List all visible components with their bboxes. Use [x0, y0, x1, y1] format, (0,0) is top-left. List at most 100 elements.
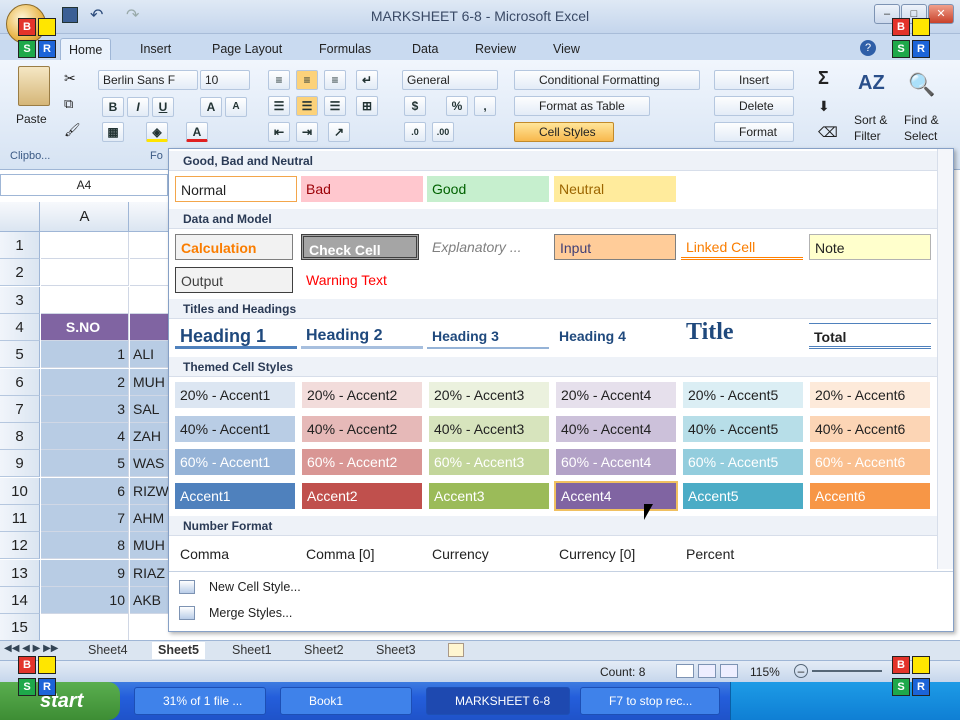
style-100-accent3[interactable]: Accent3	[429, 483, 549, 509]
style-normal[interactable]: Normal	[175, 176, 297, 202]
increase-decimal-icon[interactable]: .0	[404, 122, 426, 142]
taskbar-item-recorder[interactable]: F7 to stop rec...	[580, 687, 720, 715]
cell-a[interactable]	[41, 232, 129, 259]
font-name-select[interactable]: Berlin Sans F	[98, 70, 198, 90]
align-middle-icon[interactable]: ≡	[296, 70, 318, 90]
format-painter-icon[interactable]: 🖌	[64, 122, 81, 138]
cell-b[interactable]: RIAZ	[130, 559, 168, 587]
cell-b[interactable]: ALI	[130, 341, 168, 369]
cell-b[interactable]	[130, 232, 168, 259]
copy-icon[interactable]: ⧉	[64, 96, 73, 112]
tab-formulas[interactable]: Formulas	[311, 38, 379, 60]
page-layout-view-icon[interactable]	[698, 664, 716, 678]
zoom-slider[interactable]	[812, 670, 882, 672]
align-bottom-icon[interactable]: ≡	[324, 70, 346, 90]
row-header[interactable]: 1	[0, 232, 40, 259]
style-20-accent1[interactable]: 20% - Accent1	[175, 382, 295, 408]
insert-sheet-icon[interactable]	[448, 643, 464, 657]
style-title[interactable]: Title	[681, 319, 803, 345]
save-icon[interactable]	[62, 7, 78, 23]
cell-b[interactable]: AKB	[130, 586, 168, 614]
cell-b[interactable]: ZAH	[130, 423, 168, 451]
paste-button[interactable]: Paste	[16, 112, 47, 126]
row-header[interactable]: 8	[0, 423, 40, 451]
style-60-accent1[interactable]: 60% - Accent1	[175, 449, 295, 475]
comma-icon[interactable]: ,	[474, 96, 496, 116]
style-20-accent6[interactable]: 20% - Accent6	[810, 382, 930, 408]
cell-a[interactable]: 4	[41, 423, 129, 451]
tab-review[interactable]: Review	[467, 38, 524, 60]
tab-page-layout[interactable]: Page Layout	[204, 38, 290, 60]
style-percent[interactable]: Percent	[681, 541, 803, 567]
cell-a[interactable]: 2	[41, 368, 129, 396]
font-size-select[interactable]: 10	[200, 70, 250, 90]
cell-a[interactable]: 9	[41, 559, 129, 587]
decrease-indent-icon[interactable]: ⇤	[268, 122, 290, 142]
select-all-corner[interactable]	[0, 202, 40, 232]
style-60-accent2[interactable]: 60% - Accent2	[302, 449, 422, 475]
style-linked-cell[interactable]: Linked Cell	[681, 234, 803, 260]
delete-cells-button[interactable]: Delete	[714, 96, 794, 116]
style-60-accent6[interactable]: 60% - Accent6	[810, 449, 930, 475]
new-cell-style-menu-item[interactable]: New Cell Style...	[209, 580, 301, 594]
cell-b[interactable]: MUH	[130, 532, 168, 560]
autosum-icon[interactable]: Σ	[818, 68, 829, 89]
row-header[interactable]: 14	[0, 586, 40, 614]
number-format-select[interactable]: General	[402, 70, 498, 90]
style-note[interactable]: Note	[809, 234, 931, 260]
format-cells-button[interactable]: Format	[714, 122, 794, 142]
close-button[interactable]: ✕	[928, 4, 954, 24]
sheet-tab-sheet5[interactable]: Sheet5	[152, 642, 205, 659]
style-currency[interactable]: Currency	[427, 541, 549, 567]
row-header[interactable]: 6	[0, 368, 40, 396]
cell-a[interactable]: 10	[41, 586, 129, 614]
style-warning-text[interactable]: Warning Text	[301, 267, 423, 293]
insert-cells-button[interactable]: Insert	[714, 70, 794, 90]
align-right-icon[interactable]: ☰	[324, 96, 346, 116]
wrap-text-icon[interactable]: ↵	[356, 70, 378, 90]
row-header[interactable]: 2	[0, 259, 40, 287]
cell-a[interactable]: 1	[41, 341, 129, 369]
cut-icon[interactable]: ✂	[64, 70, 76, 87]
style-60-accent4[interactable]: 60% - Accent4	[556, 449, 676, 475]
row-header[interactable]: 3	[0, 286, 40, 314]
style-heading-4[interactable]: Heading 4	[554, 323, 676, 349]
style-output[interactable]: Output	[175, 267, 293, 293]
style-20-accent3[interactable]: 20% - Accent3	[429, 382, 549, 408]
cell-b[interactable]: MUH	[130, 368, 168, 396]
align-left-icon[interactable]: ☰	[268, 96, 290, 116]
cell-a[interactable]	[41, 614, 129, 642]
zoom-out-icon[interactable]: –	[794, 664, 808, 678]
percent-icon[interactable]: %	[446, 96, 468, 116]
cell-b[interactable]: WAS	[130, 450, 168, 478]
name-box[interactable]: A4	[0, 174, 168, 196]
row-header[interactable]: 9	[0, 450, 40, 478]
style-20-accent2[interactable]: 20% - Accent2	[302, 382, 422, 408]
italic-icon[interactable]: I	[127, 97, 149, 117]
merge-styles-menu-item[interactable]: Merge Styles...	[209, 606, 292, 620]
cell-b[interactable]	[130, 259, 168, 287]
style-comma[interactable]: Comma	[175, 541, 297, 567]
style-check-cell[interactable]: Check Cell	[301, 234, 419, 260]
style-40-accent4[interactable]: 40% - Accent4	[556, 416, 676, 442]
orientation-icon[interactable]: ↗	[328, 122, 350, 142]
cell-b[interactable]: SAL	[130, 395, 168, 423]
clear-icon[interactable]: ⌫	[818, 124, 838, 141]
sort-filter-label[interactable]: Sort &	[854, 113, 887, 127]
cell-a[interactable]: 5	[41, 450, 129, 478]
cell-a[interactable]: 6	[41, 477, 129, 505]
currency-icon[interactable]: $	[404, 96, 426, 116]
format-as-table-button[interactable]: Format as Table	[514, 96, 650, 116]
row-header[interactable]: 4	[0, 313, 40, 341]
borders-icon[interactable]: ▦	[102, 122, 124, 142]
font-color-icon[interactable]: A	[186, 122, 208, 142]
style-good[interactable]: Good	[427, 176, 549, 202]
style-40-accent2[interactable]: 40% - Accent2	[302, 416, 422, 442]
sheet-tab-sheet1[interactable]: Sheet1	[226, 642, 278, 659]
normal-view-icon[interactable]	[676, 664, 694, 678]
cell-b[interactable]	[130, 287, 168, 314]
style-comma-0[interactable]: Comma [0]	[301, 541, 423, 567]
find-select-icon[interactable]: 🔍	[908, 72, 935, 98]
style-40-accent5[interactable]: 40% - Accent5	[683, 416, 803, 442]
align-center-icon[interactable]: ☰	[296, 96, 318, 116]
